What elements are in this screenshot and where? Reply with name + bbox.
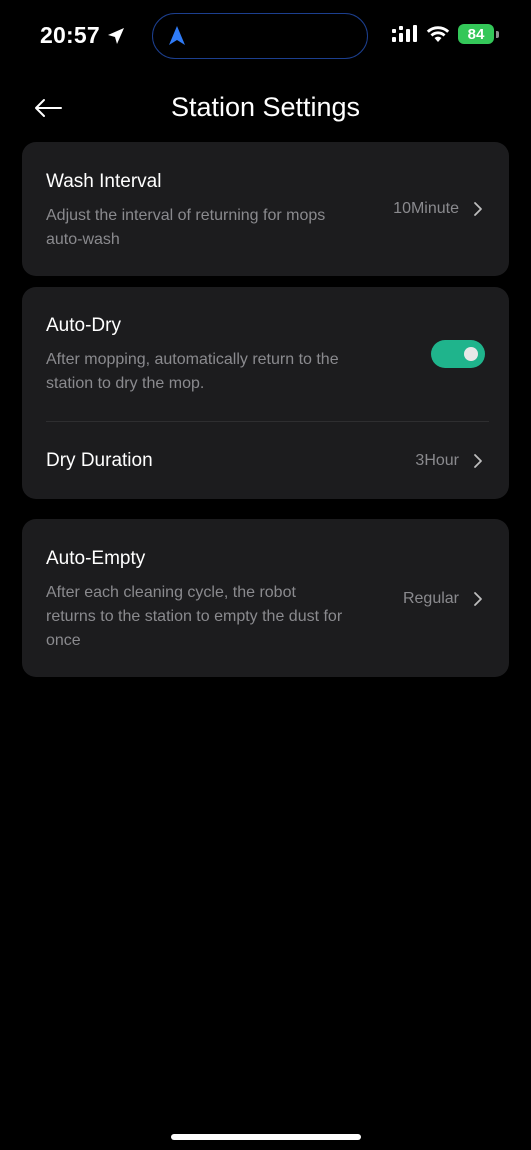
battery-level: 84 [467,25,485,43]
auto-dry-title: Auto-Dry [46,315,121,336]
status-bar: 20:57 84 [0,0,531,72]
chevron-right-icon [474,454,482,468]
wash-interval-row[interactable]: Wash Interval Adjust the interval of ret… [22,142,509,276]
auto-empty-card[interactable]: Auto-Empty After each cleaning cycle, th… [22,519,509,677]
auto-empty-title: Auto-Empty [46,548,146,569]
home-indicator[interactable] [171,1134,361,1140]
header: Station Settings [0,80,531,136]
dry-duration-value: 3Hour [415,452,459,469]
status-icons: 84 [392,24,499,44]
auto-dry-row: Auto-Dry After mopping, automatically re… [22,287,509,421]
wifi-icon [426,26,450,42]
location-arrow-icon [107,27,124,44]
chevron-right-icon [474,202,482,216]
wash-interval-card[interactable]: Wash Interval Adjust the interval of ret… [22,142,509,276]
toggle-knob [464,347,478,361]
chevron-right-icon [474,592,482,606]
auto-empty-row[interactable]: Auto-Empty After each cleaning cycle, th… [22,519,509,677]
dynamic-island[interactable] [152,13,368,59]
status-time: 20:57 [40,22,126,49]
auto-dry-description: After mopping, automatically return to t… [46,351,339,392]
auto-empty-value: Regular [402,590,459,607]
dry-duration-row[interactable]: Dry Duration 3Hour [22,422,509,499]
wash-interval-title: Wash Interval [46,171,162,192]
dry-duration-value-group[interactable]: 3Hour [415,452,483,470]
auto-empty-description: After each cleaning cycle, the robot ret… [46,584,343,649]
auto-dry-card: Auto-Dry After mopping, automatically re… [22,287,509,499]
page-title: Station Settings [170,92,361,122]
dry-duration-label: Dry Duration [46,450,153,471]
wash-interval-value: 10Minute [393,200,459,217]
wash-interval-description: Adjust the interval of returning for mop… [46,207,326,248]
battery-tip [496,30,499,38]
navigation-icon [169,26,185,45]
signal-icon [392,25,417,42]
auto-dry-toggle[interactable] [431,340,485,368]
auto-empty-value-group[interactable]: Regular [403,590,483,608]
time-label: 20:57 [40,22,100,48]
battery-icon: 84 [458,24,494,44]
wash-interval-value-group[interactable]: 10Minute [393,200,483,218]
